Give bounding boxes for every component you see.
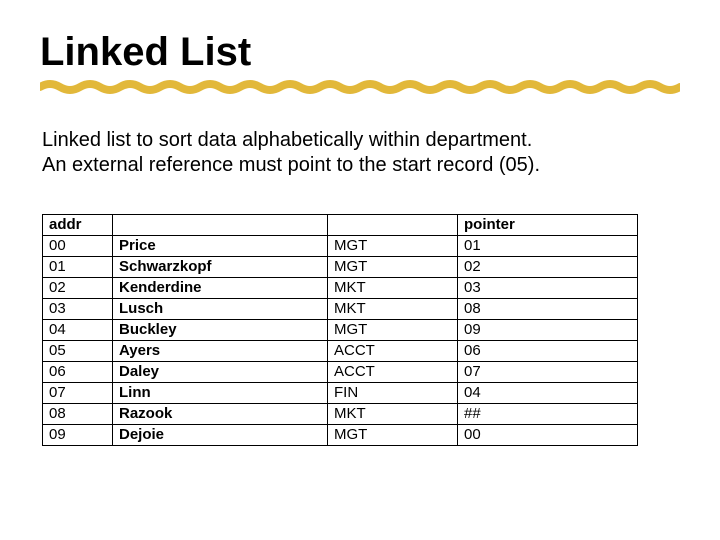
table-row: 08RazookMKT## [43, 404, 638, 425]
linked-list-table: addr pointer 00PriceMGT0101SchwarzkopfMG… [42, 214, 638, 446]
cell-addr: 05 [43, 341, 113, 362]
slide-body-text: Linked list to sort data alphabetically … [42, 128, 680, 178]
cell-name: Kenderdine [113, 278, 328, 299]
cell-pointer: 03 [458, 278, 638, 299]
cell-dept: MGT [328, 236, 458, 257]
cell-dept: ACCT [328, 341, 458, 362]
table-row: 07LinnFIN04 [43, 383, 638, 404]
cell-name: Razook [113, 404, 328, 425]
table-row: 05AyersACCT06 [43, 341, 638, 362]
cell-pointer: 01 [458, 236, 638, 257]
cell-pointer: 00 [458, 425, 638, 446]
title-underline-icon [40, 79, 680, 95]
col-header-name [113, 215, 328, 236]
table-header-row: addr pointer [43, 215, 638, 236]
cell-name: Ayers [113, 341, 328, 362]
cell-dept: MGT [328, 320, 458, 341]
title-block: Linked List [40, 30, 680, 100]
cell-dept: MKT [328, 278, 458, 299]
linked-list-table-wrap: addr pointer 00PriceMGT0101SchwarzkopfMG… [42, 214, 680, 446]
table-row: 00PriceMGT01 [43, 236, 638, 257]
table-row: 04BuckleyMGT09 [43, 320, 638, 341]
cell-pointer: 07 [458, 362, 638, 383]
cell-dept: FIN [328, 383, 458, 404]
cell-pointer: 08 [458, 299, 638, 320]
cell-pointer: 04 [458, 383, 638, 404]
table-row: 06DaleyACCT07 [43, 362, 638, 383]
cell-name: Price [113, 236, 328, 257]
cell-dept: MKT [328, 299, 458, 320]
table-row: 01SchwarzkopfMGT02 [43, 257, 638, 278]
table-row: 09DejoieMGT00 [43, 425, 638, 446]
cell-addr: 04 [43, 320, 113, 341]
slide-title: Linked List [40, 30, 680, 75]
cell-name: Dejoie [113, 425, 328, 446]
cell-name: Buckley [113, 320, 328, 341]
col-header-addr: addr [43, 215, 113, 236]
col-header-dept [328, 215, 458, 236]
cell-dept: MKT [328, 404, 458, 425]
cell-addr: 02 [43, 278, 113, 299]
cell-dept: ACCT [328, 362, 458, 383]
col-header-pointer: pointer [458, 215, 638, 236]
cell-name: Schwarzkopf [113, 257, 328, 278]
cell-pointer: 09 [458, 320, 638, 341]
table-row: 02KenderdineMKT03 [43, 278, 638, 299]
cell-addr: 07 [43, 383, 113, 404]
cell-addr: 06 [43, 362, 113, 383]
cell-addr: 01 [43, 257, 113, 278]
cell-pointer: 06 [458, 341, 638, 362]
cell-name: Daley [113, 362, 328, 383]
body-line-1: Linked list to sort data alphabetically … [42, 129, 532, 151]
cell-pointer: 02 [458, 257, 638, 278]
table-row: 03LuschMKT08 [43, 299, 638, 320]
cell-addr: 09 [43, 425, 113, 446]
cell-dept: MGT [328, 425, 458, 446]
cell-dept: MGT [328, 257, 458, 278]
cell-name: Lusch [113, 299, 328, 320]
cell-addr: 03 [43, 299, 113, 320]
body-line-2: An external reference must point to the … [42, 154, 540, 176]
cell-pointer: ## [458, 404, 638, 425]
cell-addr: 08 [43, 404, 113, 425]
cell-addr: 00 [43, 236, 113, 257]
cell-name: Linn [113, 383, 328, 404]
